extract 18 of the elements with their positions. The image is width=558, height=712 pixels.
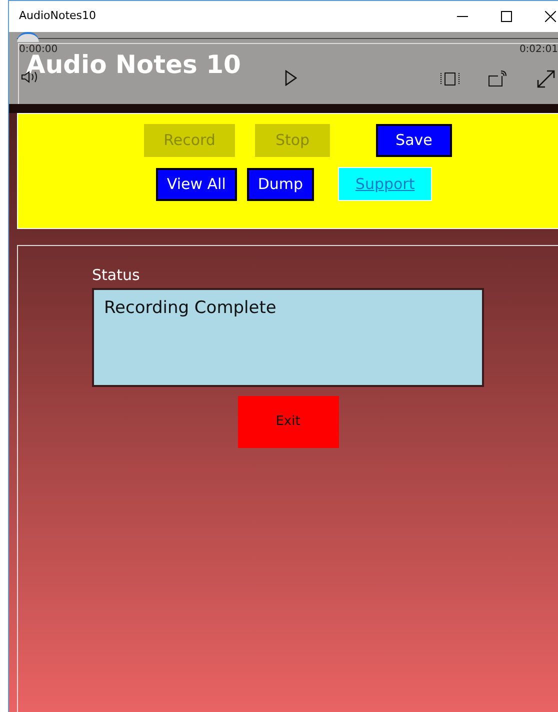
action-button[interactable]: Save	[376, 124, 452, 157]
aspect-ratio-icon[interactable]	[440, 72, 460, 86]
app-title: Audio Notes 10	[26, 52, 241, 77]
status-label: Status	[92, 265, 141, 286]
minimize-icon[interactable]	[457, 16, 468, 18]
cast-icon[interactable]	[488, 70, 508, 87]
maximize-icon[interactable]	[501, 11, 512, 22]
action-button[interactable]: Dump	[246, 168, 314, 200]
action-button[interactable]: View All	[156, 168, 237, 200]
exit-button[interactable]: Exit	[238, 396, 338, 448]
play-icon[interactable]	[285, 70, 297, 86]
close-icon[interactable]	[545, 11, 556, 22]
support-link[interactable]: Support	[338, 167, 432, 201]
elapsed-time: 0:00:00	[19, 43, 58, 55]
remaining-time: 0:02:01	[519, 43, 558, 57]
status-field[interactable]: Recording Complete	[92, 288, 484, 386]
window-title: AudioNotes10	[19, 8, 96, 24]
fullscreen-icon[interactable]	[536, 69, 556, 89]
